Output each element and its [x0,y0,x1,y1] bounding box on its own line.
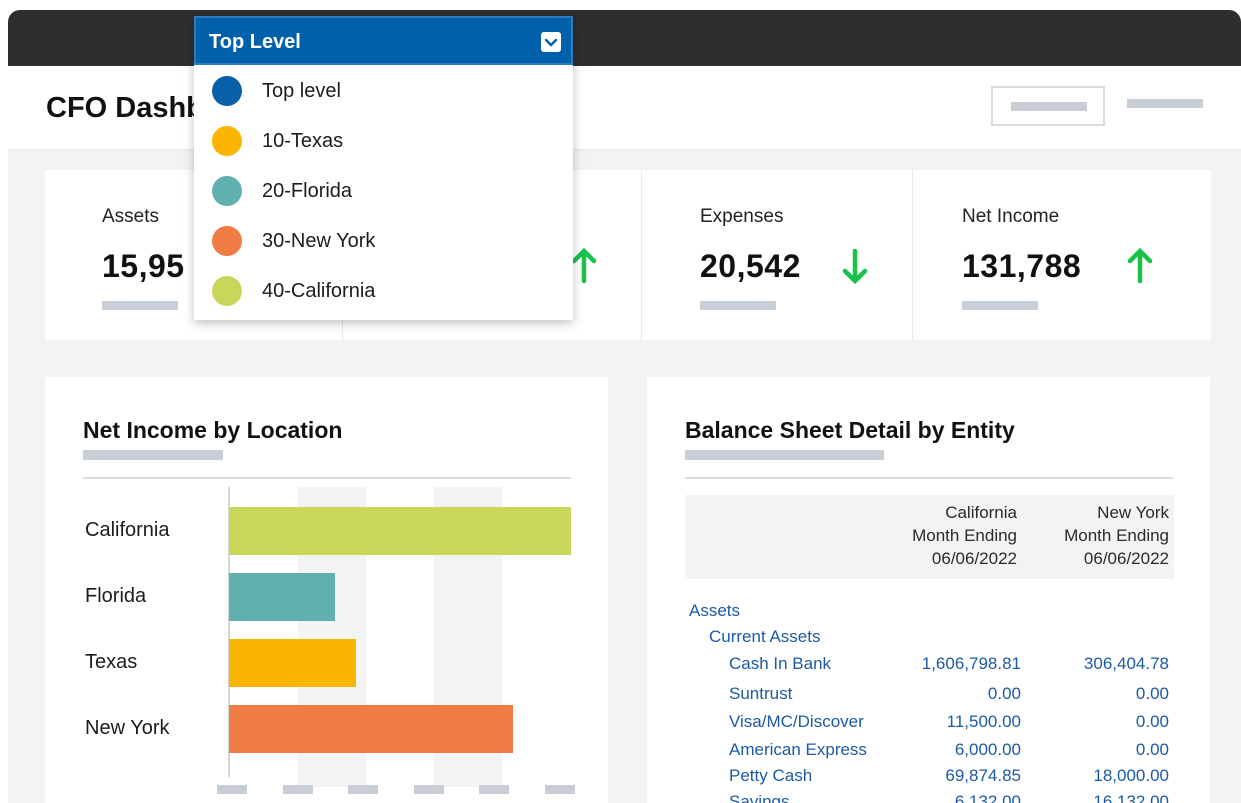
kpi-value: 20,542 [700,248,801,284]
subsection-label[interactable]: Current Assets [709,627,821,647]
chart-bar[interactable] [229,573,335,621]
california-value: 6,000.00 [954,740,1021,759]
california-value: 0.00 [987,684,1021,703]
panel-divider [685,477,1173,479]
column-header-line: Month Ending [1064,526,1169,545]
color-dot-icon [212,276,242,306]
option-label: 20-Florida [262,180,353,202]
app-frame: CFO Dashboard Assets 15,95 Expenses 20,5… [8,10,1241,803]
account-label[interactable]: Visa/MC/Discover [729,712,864,732]
kpi-placeholder-bar [962,301,1038,310]
panel-placeholder-bar [83,450,223,460]
new-york-value: 0.00 [1135,740,1169,759]
kpi-placeholder-bar [102,301,178,310]
dropdown-selected-value: Top Level [209,31,301,53]
account-label[interactable]: Suntrust [729,684,792,704]
new-york-value: 306,404.78 [1083,654,1169,673]
net-income-panel: Net Income by Location California Florida… [45,377,608,803]
dropdown-option-new-york[interactable]: 30-New York [194,216,573,266]
panel-divider [83,477,571,479]
chart-bar[interactable] [229,705,513,753]
new-york-value: 16,132.00 [1093,792,1169,803]
panel-title: Balance Sheet Detail by Entity [685,417,1015,443]
header-placeholder-line [1127,99,1203,108]
account-label[interactable]: Petty Cash [729,766,812,786]
account-label[interactable]: Savings [729,792,789,803]
bar-label: Florida [85,585,147,607]
option-label: 40-California [262,280,376,302]
section-label[interactable]: Assets [689,601,740,621]
x-axis-tick-placeholder [413,785,444,794]
dropdown-option-california[interactable]: 40-California [194,266,573,316]
new-york-value: 0.00 [1135,684,1169,703]
california-value: 69,874.85 [945,766,1021,785]
new-york-value: 18,000.00 [1093,766,1169,785]
account-label[interactable]: American Express [729,740,867,760]
bar-label: California [85,519,170,541]
dropdown-option-top-level[interactable]: Top level [194,66,573,116]
kpi-value: 15,95 [102,248,185,284]
column-header-line: Month Ending [912,526,1017,545]
kpi-label: Expenses [700,206,784,227]
option-label: Top level [262,80,341,102]
kpi-net-income: Net Income 131,788 [913,170,1211,340]
column-header-line: 06/06/2022 [1083,549,1169,568]
kpi-expenses: Expenses 20,542 [642,170,913,340]
button-placeholder-bar [1011,102,1087,111]
dropdown-toggle[interactable]: Top Level [194,16,573,65]
dropdown-option-florida[interactable]: 20-Florida [194,166,573,216]
header-action-button[interactable] [991,86,1105,126]
entity-dropdown[interactable]: Top Level Top level 10-Texas 20-Florida … [194,16,573,320]
california-value: 1,606,798.81 [921,654,1021,673]
color-dot-icon [212,76,242,106]
top-bar [8,10,1241,66]
option-label: 30-New York [262,230,376,252]
net-income-bar-chart: California Florida Texas New York [83,487,575,803]
kpi-label: Assets [102,206,160,227]
column-header-california: California Month Ending 06/06/2022 [861,501,1017,570]
x-axis-tick-placeholder [282,785,313,794]
dropdown-option-texas[interactable]: 10-Texas [194,116,573,166]
bar-label: Texas [85,651,138,673]
chart-bar[interactable] [229,639,356,687]
x-axis-tick-placeholder [348,785,378,794]
california-value: 6,132.00 [954,792,1021,803]
option-label: 10-Texas [262,130,344,152]
balance-sheet-panel: Balance Sheet Detail by Entity Californi… [647,377,1210,803]
x-axis-tick-placeholder [544,785,575,794]
new-york-value: 0.00 [1135,712,1169,731]
panel-title: Net Income by Location [83,417,343,443]
arrow-up-icon [571,248,597,284]
chevron-down-icon[interactable] [541,32,561,52]
kpi-placeholder-bar [700,301,776,310]
column-header-line: 06/06/2022 [931,549,1017,568]
color-dot-icon [212,226,242,256]
x-axis-tick-placeholder [217,785,247,794]
bar-label: New York [85,717,170,739]
arrow-down-icon [842,248,868,284]
chart-bar[interactable] [229,507,571,555]
account-label[interactable]: Cash In Bank [729,654,831,674]
california-value: 11,500.00 [946,712,1021,731]
kpi-value: 131,788 [962,248,1082,284]
kpi-label: Net Income [962,206,1060,227]
x-axis-tick-placeholder [479,785,509,794]
panel-placeholder-bar [685,450,884,460]
color-dot-icon [212,126,242,156]
arrow-up-icon [1127,248,1153,284]
column-header-new-york: New York Month Ending 06/06/2022 [1009,501,1169,570]
color-dot-icon [212,176,242,206]
column-header-line: New York [1097,503,1169,522]
column-header-line: California [945,503,1017,522]
